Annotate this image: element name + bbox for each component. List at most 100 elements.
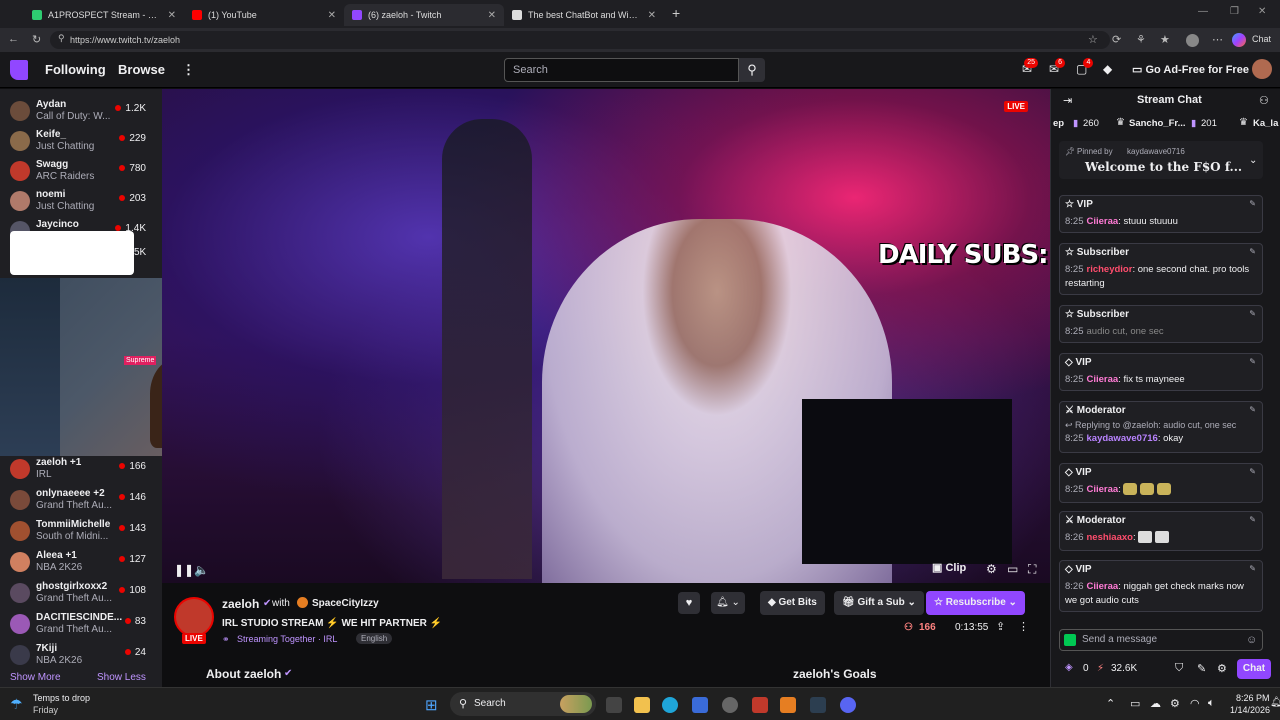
tray-icon[interactable]: ☁	[1150, 697, 1161, 710]
edit-icon[interactable]: ✎	[1249, 467, 1256, 476]
resubscribe-button[interactable]: ☆ Resubscribe ⌄	[926, 591, 1025, 615]
volume-icon[interactable]: 🔈︎	[1208, 697, 1215, 710]
community-icon[interactable]: ⚇	[1259, 94, 1269, 107]
pen-icon[interactable]: ✎	[1197, 662, 1206, 675]
bits-icon[interactable]: ◆	[1103, 62, 1112, 76]
twitch-logo-icon[interactable]	[10, 60, 28, 80]
weather-icon[interactable]: ☂	[10, 696, 23, 713]
chat-message[interactable]: ☆ Subscriber ✎ 8:25 audio cut, one sec	[1059, 305, 1263, 343]
notifications-icon[interactable]: ▢ 4	[1076, 58, 1094, 76]
pinned-message[interactable]: 📌︎ Pinned by kaydawave0716 Welcome to th…	[1059, 141, 1263, 179]
close-icon[interactable]: ✕	[328, 10, 336, 21]
sidebar-channel[interactable]: zaeloh +1 IRL 166	[0, 455, 162, 485]
edit-icon[interactable]: ✎	[1249, 357, 1256, 366]
chat-message[interactable]: ◇ VIP ✎ 8:25 Ciieraa:	[1059, 463, 1263, 503]
search-button[interactable]: ⚲	[739, 58, 765, 82]
clock-time[interactable]: 8:26 PM	[1236, 693, 1270, 703]
chat-username[interactable]: Ciieraa	[1087, 374, 1119, 385]
tray-icon[interactable]: ▭	[1130, 697, 1140, 710]
chat-username[interactable]: Ciieraa	[1087, 581, 1119, 592]
chat-message[interactable]: ☆︎ VIP ✎ 8:25 Ciieraa: stuuu stuuuu	[1059, 195, 1263, 233]
tray-icon[interactable]: ⚙	[1170, 697, 1180, 710]
show-more-link[interactable]: Show More	[10, 672, 61, 683]
channel-avatar[interactable]	[174, 597, 214, 637]
chat-username[interactable]: neshiaaxo	[1087, 532, 1133, 543]
app-icon[interactable]	[722, 697, 738, 713]
task-view-icon[interactable]	[606, 697, 622, 713]
edit-icon[interactable]: ✎	[1249, 199, 1256, 208]
maximize-button[interactable]: ❐	[1230, 6, 1239, 17]
language-tag[interactable]: English	[356, 633, 393, 644]
settings-icon[interactable]: ⚙	[986, 562, 997, 576]
bits-icon[interactable]: ⚡︎	[1097, 663, 1104, 674]
theatre-mode-icon[interactable]: ▭	[1007, 562, 1018, 576]
edit-icon[interactable]: ✎	[1249, 564, 1256, 573]
follow-heart-icon[interactable]: ♥	[678, 592, 700, 614]
tab-twitch[interactable]: (6) zaeloh - Twitch ✕	[344, 4, 504, 26]
chat-send-button[interactable]: Chat	[1237, 659, 1271, 679]
emote-picker-icon[interactable]: ☺	[1246, 630, 1257, 650]
streaming-together[interactable]: Streaming Together · IRL	[237, 634, 337, 644]
app-icon[interactable]	[810, 697, 826, 713]
tray-chevron-icon[interactable]: ⌃	[1106, 697, 1115, 710]
search-input[interactable]: Search	[504, 58, 739, 82]
windows-start-icon[interactable]: ⊞	[425, 696, 438, 714]
chat-username[interactable]: Ciieraa	[1087, 216, 1119, 227]
more-options-icon[interactable]: ⋮	[1018, 620, 1029, 633]
prime-loot-icon[interactable]: ✉ 25	[1022, 58, 1039, 76]
pause-icon[interactable]: ❚❚	[174, 563, 194, 577]
edit-icon[interactable]: ✎	[1249, 515, 1256, 524]
favorites-icon[interactable]: ★	[1160, 33, 1170, 46]
get-bits-button[interactable]: ◆ Get Bits	[760, 591, 825, 615]
ad-free-button[interactable]: ▭ Go Ad-Free for Free	[1132, 63, 1249, 76]
video-player[interactable]: LIVE ❚❚ 🔈 ▣ Clip ⚙ ▭ ⛶	[162, 89, 1050, 583]
sidebar-channel[interactable]: Swagg ARC Raiders 780	[0, 157, 162, 187]
share-icon[interactable]: ⇪	[996, 620, 1005, 633]
window-close-button[interactable]: ✕	[1258, 6, 1266, 17]
channel-points-icon[interactable]: ◈	[1065, 662, 1073, 673]
chat-message[interactable]: ◇ VIP ✎ 8:26 Ciieraa: niggah get check ma…	[1059, 560, 1263, 612]
app-icon[interactable]	[752, 697, 768, 713]
partner-name[interactable]: SpaceCityIzzy	[312, 598, 379, 609]
notification-bell-icon[interactable]: 🔔︎ ⌄	[711, 592, 745, 614]
sidebar-channel[interactable]: ghostgirlxoxx2 Grand Theft Au... 108	[0, 579, 162, 609]
nav-browse[interactable]: Browse	[118, 62, 165, 77]
wifi-icon[interactable]: ◠	[1190, 697, 1200, 710]
reload-icon[interactable]: ↻	[32, 33, 41, 46]
star-icon[interactable]: ☆	[1088, 33, 1098, 46]
sidebar-channel[interactable]: onlynaeeee +2 Grand Theft Au... 146	[0, 486, 162, 516]
tab-youtube[interactable]: (1) YouTube ✕	[184, 4, 344, 26]
clip-button[interactable]: ▣ Clip	[932, 561, 966, 574]
discord-icon[interactable]	[840, 697, 856, 713]
collapse-chat-icon[interactable]: ⇥	[1063, 94, 1072, 107]
chat-message[interactable]: ☆ Subscriber ✎ 8:25 richeydior: one secon…	[1059, 243, 1263, 295]
copilot-icon[interactable]	[1232, 33, 1246, 47]
gift-sub-button[interactable]: 🎁︎ Gift a Sub ⌄	[834, 591, 924, 615]
back-icon[interactable]: ←	[8, 33, 19, 45]
new-tab-button[interactable]: +	[672, 5, 680, 21]
close-icon[interactable]: ✕	[488, 10, 496, 21]
close-icon[interactable]: ✕	[168, 10, 176, 21]
sidebar-channel[interactable]: Aydan Call of Duty: W... 1.2K	[0, 97, 162, 127]
sidebar-channel[interactable]: noemi Just Chatting 203	[0, 187, 162, 217]
sidebar-channel[interactable]: 7Kiji NBA 2K26 24	[0, 641, 162, 671]
minimize-button[interactable]: —	[1198, 6, 1208, 17]
tab-chatbot[interactable]: The best ChatBot and Widgets for ✕	[504, 4, 664, 26]
nav-following[interactable]: Following	[45, 62, 106, 77]
sidebar-channel[interactable]: TommiiMichelle South of Midni... 143	[0, 517, 162, 547]
channel-name[interactable]: zaeloh	[222, 597, 259, 611]
puzzle-icon[interactable]: ⚘	[1136, 33, 1146, 46]
store-icon[interactable]	[692, 697, 708, 713]
chat-message[interactable]: ⚔︎ Moderator ✎ ↩ Replying to @zaeloh: au…	[1059, 401, 1263, 453]
show-less-link[interactable]: Show Less	[97, 672, 146, 683]
chat-username[interactable]: Ciieraa	[1087, 484, 1119, 495]
site-info-icon[interactable]: ⚲	[58, 33, 65, 44]
file-explorer-icon[interactable]	[634, 697, 650, 713]
nav-more-icon[interactable]: ⋮	[182, 62, 195, 78]
url-input[interactable]: https://www.twitch.tv/zaeloh	[50, 31, 1110, 49]
sidebar-channel[interactable]: Keife_ Just Chatting 229	[0, 127, 162, 157]
shield-icon[interactable]: ⛉	[1175, 662, 1183, 675]
profile-avatar[interactable]	[1186, 34, 1199, 47]
user-avatar[interactable]	[1252, 59, 1272, 79]
notification-bell-icon[interactable]: 🔔︎	[1270, 697, 1280, 708]
